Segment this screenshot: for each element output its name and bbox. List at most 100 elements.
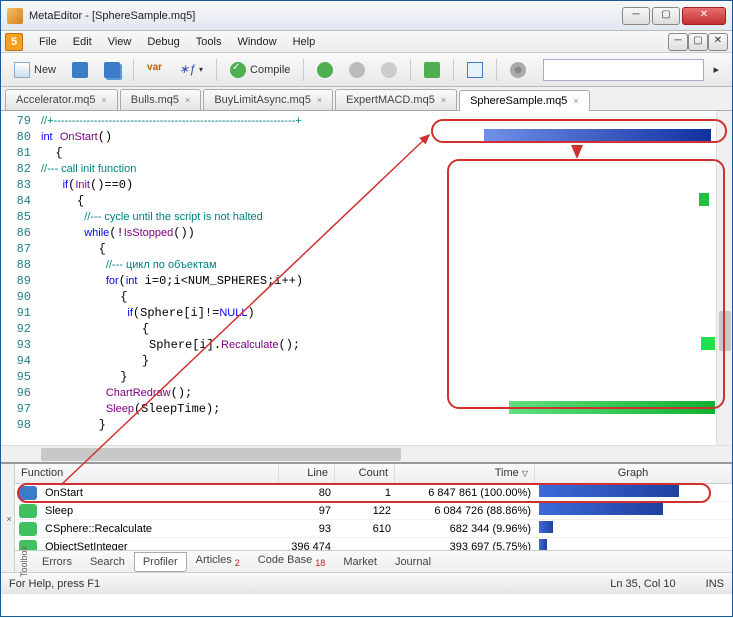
tab-close-icon[interactable]: ×	[317, 95, 322, 105]
code-editor[interactable]: 7980818283848586878889909192939495969798…	[1, 111, 732, 445]
file-tab[interactable]: BuyLimitAsync.mq5×	[203, 89, 333, 110]
row-line: 97	[283, 505, 339, 517]
row-time: 6 847 861 (100.00%)	[399, 487, 539, 499]
row-time: 682 344 (9.96%)	[399, 523, 539, 535]
row-fn: OnStart	[41, 487, 283, 499]
panel-tabs: Toolbox Errors Search Profiler Articles …	[15, 550, 732, 572]
menu-file[interactable]: File	[31, 33, 65, 51]
titlebar: MetaEditor - [SphereSample.mq5] ─ ▢ ✕	[1, 1, 732, 31]
pause-button[interactable]	[342, 57, 372, 83]
toolbar: New var ∗ƒ▾ Compile ▸	[1, 53, 732, 87]
file-tab[interactable]: ExpertMACD.mq5×	[335, 89, 457, 110]
profiler-row[interactable]: Sleep971226 084 726 (88.86%)	[15, 502, 732, 520]
row-graph	[539, 521, 732, 536]
row-icon	[19, 522, 37, 536]
save-all-button[interactable]	[97, 57, 127, 83]
menu-debug[interactable]: Debug	[139, 33, 187, 51]
save-all-icon	[104, 62, 120, 78]
chart-icon	[467, 62, 483, 78]
tab-search[interactable]: Search	[81, 552, 134, 572]
save-icon	[72, 62, 88, 78]
menu-tools[interactable]: Tools	[188, 33, 230, 51]
file-tab[interactable]: Accelerator.mq5×	[5, 89, 118, 110]
row-time: 393 697 (5.75%)	[399, 541, 539, 551]
step-button[interactable]	[417, 57, 447, 83]
statusbar: For Help, press F1 Ln 35, Col 10 INS	[1, 572, 732, 594]
col-count[interactable]: Count	[335, 464, 395, 483]
inline-bar-sleep	[509, 401, 715, 414]
chart-button[interactable]	[460, 57, 490, 83]
status-ins: INS	[706, 578, 724, 590]
menu-edit[interactable]: Edit	[65, 33, 100, 51]
inline-bar-recalc	[701, 337, 715, 350]
profiler-rows: OnStart8016 847 861 (100.00%)Sleep971226…	[15, 484, 732, 550]
var-button[interactable]: var	[140, 57, 170, 83]
file-tab[interactable]: SphereSample.mq5×	[459, 90, 590, 111]
toolbox-panel: × Function Line Count Time ▽ Graph OnSta…	[1, 462, 732, 572]
fx-button[interactable]: ∗ƒ▾	[172, 57, 210, 83]
menu-view[interactable]: View	[100, 33, 140, 51]
profiler-row[interactable]: ObjectSetInteger396 474 393 697 (5.75%)	[15, 538, 732, 550]
horizontal-scrollbar[interactable]	[1, 445, 732, 462]
run-button[interactable]	[310, 57, 340, 83]
tab-articles[interactable]: Articles 2	[187, 550, 249, 572]
row-fn: Sleep	[41, 505, 283, 517]
toolbox-label: Toolbox	[19, 546, 29, 577]
menu-help[interactable]: Help	[285, 33, 324, 51]
mdi-restore-button[interactable]: ▢	[688, 33, 708, 51]
code-area[interactable]: //+-------------------------------------…	[37, 111, 732, 445]
close-button[interactable]: ✕	[682, 7, 726, 25]
col-time[interactable]: Time ▽	[395, 464, 535, 483]
menu-window[interactable]: Window	[229, 33, 284, 51]
vertical-scrollbar[interactable]	[716, 111, 732, 445]
inline-bar-onstart	[484, 129, 711, 142]
row-fn: ObjectSetInteger	[41, 541, 283, 551]
row-count: 122	[339, 505, 399, 517]
compile-button[interactable]: Compile	[223, 57, 297, 83]
file-tab[interactable]: Bulls.mq5×	[120, 89, 202, 110]
tab-codebase[interactable]: Code Base 18	[249, 550, 335, 572]
row-icon	[19, 504, 37, 518]
stop-icon	[381, 62, 397, 78]
stop-button[interactable]	[374, 57, 404, 83]
app-icon	[7, 8, 23, 24]
save-button[interactable]	[65, 57, 95, 83]
line-gutter: 7980818283848586878889909192939495969798	[1, 111, 37, 445]
step-icon	[424, 62, 440, 78]
col-graph[interactable]: Graph	[535, 464, 732, 483]
mdi-close-button[interactable]: ✕	[708, 33, 728, 51]
tab-errors[interactable]: Errors	[33, 552, 81, 572]
profiler-row[interactable]: CSphere::Recalculate93610682 344 (9.96%)	[15, 520, 732, 538]
menubar: 5 File Edit View Debug Tools Window Help…	[1, 31, 732, 53]
row-line: 396 474	[283, 541, 339, 551]
tab-market[interactable]: Market	[334, 552, 386, 572]
app-logo: 5	[5, 33, 23, 51]
window-title: MetaEditor - [SphereSample.mq5]	[29, 10, 622, 22]
tab-close-icon[interactable]: ×	[185, 95, 190, 105]
new-icon	[14, 62, 30, 78]
gear-icon	[510, 62, 526, 78]
tab-close-icon[interactable]: ×	[441, 95, 446, 105]
scroll-thumb[interactable]	[719, 311, 731, 351]
search-input[interactable]	[543, 59, 704, 81]
new-button[interactable]: New	[7, 57, 63, 83]
profiler-row[interactable]: OnStart8016 847 861 (100.00%)	[15, 484, 732, 502]
tab-profiler[interactable]: Profiler	[134, 552, 187, 572]
file-tabs: Accelerator.mq5×Bulls.mq5×BuyLimitAsync.…	[1, 87, 732, 111]
panel-close-button[interactable]: ×	[1, 464, 15, 572]
col-function[interactable]: Function	[15, 464, 279, 483]
row-graph	[539, 485, 732, 500]
minimize-button[interactable]: ─	[622, 7, 650, 25]
hscroll-thumb[interactable]	[41, 448, 401, 461]
row-line: 93	[283, 523, 339, 535]
settings-button[interactable]	[503, 57, 533, 83]
row-time: 6 084 726 (88.86%)	[399, 505, 539, 517]
mdi-minimize-button[interactable]: ─	[668, 33, 688, 51]
col-line[interactable]: Line	[279, 464, 335, 483]
tab-close-icon[interactable]: ×	[101, 95, 106, 105]
tab-journal[interactable]: Journal	[386, 552, 440, 572]
search-go-button[interactable]: ▸	[706, 57, 726, 83]
maximize-button[interactable]: ▢	[652, 7, 680, 25]
tab-close-icon[interactable]: ×	[573, 96, 578, 106]
status-position: Ln 35, Col 10	[610, 578, 675, 590]
